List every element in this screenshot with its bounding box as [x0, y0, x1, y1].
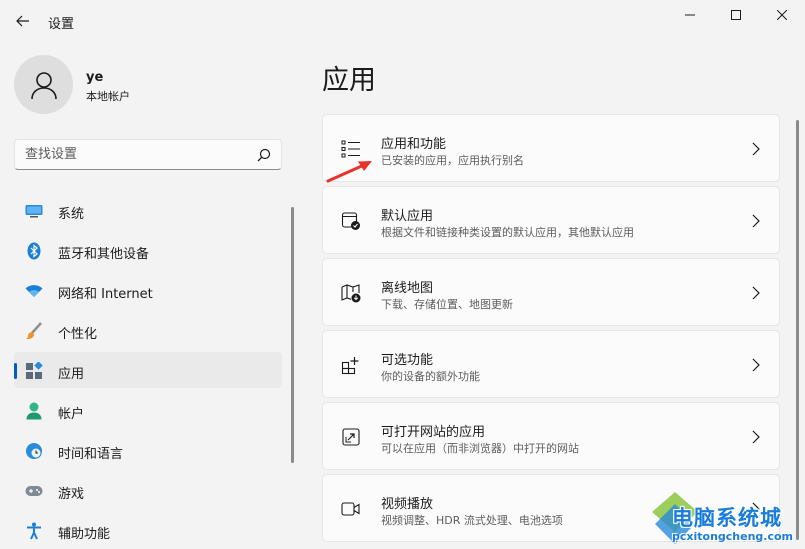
search-icon[interactable] [257, 148, 271, 162]
watermark: 电脑系统城 pcxitongcheng.com [650, 490, 805, 549]
chevron-right-icon [752, 214, 760, 228]
sidebar-item-accessibility[interactable]: 辅助功能 [14, 512, 282, 548]
monitor-icon [25, 202, 43, 220]
search-input[interactable] [25, 147, 245, 162]
sidebar-item-label: 时间和语言 [58, 447, 124, 462]
sidebar-scrollbar[interactable] [291, 207, 294, 463]
sidebar-item-personalization[interactable]: 个性化 [14, 312, 282, 348]
card-title: 应用和功能 [381, 137, 447, 152]
watermark-url: pcxitongcheng.com [672, 530, 794, 543]
close-icon [777, 10, 787, 20]
accessibility-icon [25, 522, 43, 540]
wifi-icon [25, 282, 43, 300]
sidebar-nav: 系统 蓝牙和其他设备 网络和 Internet 个性化 应用 帐户 时间和语言 … [14, 192, 282, 549]
card-subtitle: 你的设备的额外功能 [381, 370, 480, 383]
page-title: 应用 [322, 65, 376, 96]
sidebar-item-network[interactable]: 网络和 Internet [14, 272, 282, 308]
card-title: 离线地图 [381, 281, 434, 296]
chevron-right-icon [752, 286, 760, 300]
person-icon [25, 402, 43, 420]
card-title: 可打开网站的应用 [381, 425, 486, 440]
sidebar-item-label: 网络和 Internet [58, 287, 153, 302]
card-title: 可选功能 [381, 353, 434, 368]
sidebar-item-label: 应用 [58, 367, 85, 382]
back-arrow-icon [16, 15, 29, 27]
optional-features-icon [341, 357, 359, 375]
card-offline-maps[interactable]: 离线地图 下载、存储位置、地图更新 [322, 258, 780, 326]
open-link-icon [342, 428, 360, 446]
chevron-right-icon [752, 358, 760, 372]
card-title: 默认应用 [381, 209, 434, 224]
settings-card-list: 应用和功能 已安装的应用，应用执行别名 默认应用 根据文件和链接种类设置的默认应… [322, 114, 780, 546]
user-icon [30, 71, 57, 99]
minimize-button[interactable] [667, 0, 713, 30]
sidebar-item-system[interactable]: 系统 [14, 192, 282, 228]
card-subtitle: 可以在应用（而非浏览器）中打开的网站 [381, 442, 579, 455]
sidebar-item-label: 个性化 [58, 327, 98, 342]
window-title: 设置 [48, 17, 75, 32]
maximize-button[interactable] [713, 0, 759, 30]
sidebar-item-bluetooth[interactable]: 蓝牙和其他设备 [14, 232, 282, 268]
account-type: 本地帐户 [86, 90, 130, 103]
user-name: ye [86, 70, 104, 85]
sidebar-item-label: 帐户 [58, 407, 85, 422]
main-scrollbar[interactable] [796, 120, 799, 540]
apps-icon [25, 362, 43, 380]
sidebar-item-apps[interactable]: 应用 [14, 352, 282, 388]
chevron-right-icon [752, 142, 760, 156]
video-icon [341, 502, 360, 516]
card-subtitle: 视频调整、HDR 流式处理、电池选项 [381, 514, 563, 527]
card-apps-features[interactable]: 应用和功能 已安装的应用，应用执行别名 [322, 114, 780, 182]
globe-clock-icon [25, 442, 43, 460]
map-download-icon [341, 284, 361, 303]
search-box[interactable] [14, 139, 282, 170]
chevron-right-icon [752, 430, 760, 444]
card-apps-for-websites[interactable]: 可打开网站的应用 可以在应用（而非浏览器）中打开的网站 [322, 402, 780, 470]
watermark-text: 电脑系统城 [672, 506, 782, 530]
maximize-icon [731, 10, 741, 20]
minimize-icon [685, 14, 695, 16]
card-default-apps[interactable]: 默认应用 根据文件和链接种类设置的默认应用，其他默认应用 [322, 186, 780, 254]
default-app-icon [341, 212, 360, 230]
sidebar-item-label: 辅助功能 [58, 527, 111, 542]
card-subtitle: 已安装的应用，应用执行别名 [381, 154, 524, 167]
sidebar-item-label: 游戏 [58, 487, 85, 502]
sidebar-item-label: 蓝牙和其他设备 [58, 247, 150, 262]
card-subtitle: 下载、存储位置、地图更新 [381, 298, 513, 311]
bluetooth-icon [25, 242, 43, 260]
avatar[interactable] [14, 55, 73, 114]
gamepad-icon [25, 482, 43, 500]
close-button[interactable] [759, 0, 805, 30]
list-icon [341, 140, 360, 158]
sidebar-item-accounts[interactable]: 帐户 [14, 392, 282, 428]
card-title: 视频播放 [381, 497, 434, 512]
sidebar-item-label: 系统 [58, 207, 85, 222]
title-bar: 设置 [0, 0, 805, 44]
sidebar-item-time-language[interactable]: 时间和语言 [14, 432, 282, 468]
sidebar-item-gaming[interactable]: 游戏 [14, 472, 282, 508]
card-subtitle: 根据文件和链接种类设置的默认应用，其他默认应用 [381, 226, 634, 239]
brush-icon [25, 322, 43, 340]
back-button[interactable] [10, 8, 36, 34]
card-optional-features[interactable]: 可选功能 你的设备的额外功能 [322, 330, 780, 398]
